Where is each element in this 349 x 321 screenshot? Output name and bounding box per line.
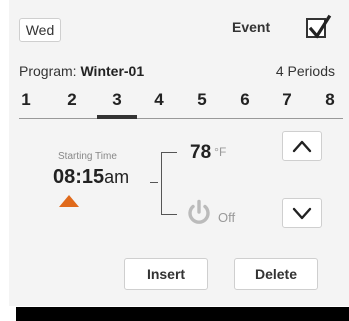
program-name: Winter-01: [80, 63, 145, 79]
time-suffix: am: [104, 167, 130, 187]
period-tab-3[interactable]: 3: [104, 90, 130, 110]
active-tab-indicator: [97, 115, 137, 119]
chevron-down-icon: [292, 207, 312, 220]
time-value: 08:15: [53, 166, 105, 188]
period-tab-8[interactable]: 8: [317, 90, 343, 110]
period-tab-5[interactable]: 5: [189, 90, 215, 110]
start-time[interactable]: 08:15am: [53, 166, 129, 189]
bracket-connector: [150, 182, 158, 183]
temperature-setpoint[interactable]: 78 °F: [190, 142, 226, 164]
tabs-divider: [19, 118, 343, 119]
period-tab-2[interactable]: 2: [59, 90, 85, 110]
starting-time-label: Starting Time: [58, 151, 117, 162]
program-prefix: Program:: [19, 63, 81, 79]
period-tab-1[interactable]: 1: [13, 90, 39, 110]
temperature-value: 78: [190, 142, 212, 163]
period-tab-4[interactable]: 4: [146, 90, 172, 110]
period-tabs: 1 2 3 4 5 6 7 8: [19, 90, 343, 114]
checkmark-icon: [308, 14, 332, 39]
event-checkbox[interactable]: [306, 14, 332, 39]
periods-count: 4 Periods: [275, 63, 335, 79]
bottom-bar: [16, 307, 349, 321]
chevron-up-icon: [292, 140, 312, 153]
increase-button[interactable]: [282, 131, 322, 161]
power-icon[interactable]: [185, 199, 213, 232]
decrease-button[interactable]: [282, 198, 322, 228]
event-label: Event: [232, 19, 271, 35]
triangle-up-icon: [59, 195, 79, 207]
period-bracket: [161, 152, 177, 215]
day-button[interactable]: Wed: [19, 18, 61, 42]
insert-button[interactable]: Insert: [124, 258, 208, 290]
period-tab-7[interactable]: 7: [274, 90, 300, 110]
off-label: Off: [218, 210, 236, 225]
temperature-unit: °F: [214, 145, 227, 159]
delete-button[interactable]: Delete: [234, 258, 318, 290]
program-line: Program: Winter-01: [19, 63, 144, 79]
period-tab-6[interactable]: 6: [232, 90, 258, 110]
